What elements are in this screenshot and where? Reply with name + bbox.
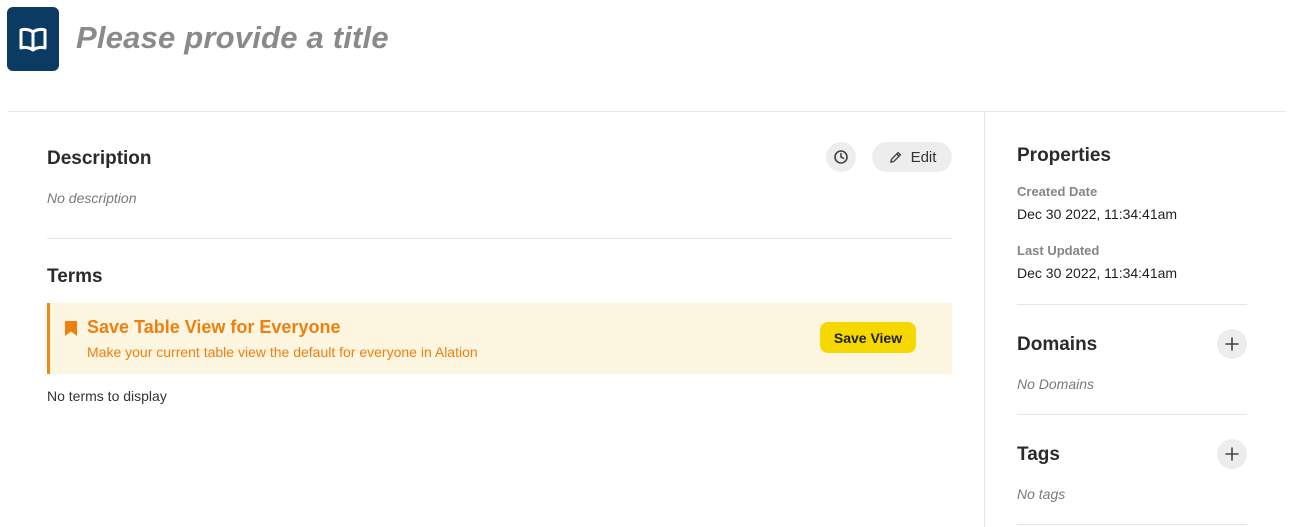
banner-title: Save Table View for Everyone <box>87 317 341 337</box>
plus-icon <box>1225 337 1239 351</box>
bookmark-icon <box>64 320 78 342</box>
add-tag-button[interactable] <box>1217 439 1247 469</box>
last-updated-label: Last Updated <box>1017 243 1100 258</box>
tags-heading: Tags <box>1017 444 1060 465</box>
page-header: Please provide a title <box>0 0 1289 112</box>
open-book-icon <box>7 7 59 71</box>
properties-sidebar: Properties Created Date Dec 30 2022, 11:… <box>985 112 1289 527</box>
save-view-banner: Save Table View for Everyone Make your c… <box>47 303 952 374</box>
main-content: Description Edit No description Terms Sa… <box>0 112 985 527</box>
terms-heading: Terms <box>47 266 103 287</box>
pencil-icon <box>889 151 901 163</box>
save-view-button[interactable]: Save View <box>820 322 916 353</box>
description-empty-text: No description <box>47 190 137 206</box>
banner-subtitle: Make your current table view the default… <box>87 344 478 360</box>
domains-divider <box>1017 414 1247 415</box>
created-date-label: Created Date <box>1017 184 1098 199</box>
add-domain-button[interactable] <box>1217 329 1247 359</box>
page-title[interactable]: Please provide a title <box>76 20 389 56</box>
clock-icon <box>834 150 848 164</box>
tags-empty-text: No tags <box>1017 486 1066 502</box>
domains-heading: Domains <box>1017 334 1098 355</box>
tags-divider <box>1017 524 1247 525</box>
properties-divider <box>1017 304 1247 305</box>
last-updated-value: Dec 30 2022, 11:34:41am <box>1017 265 1178 281</box>
section-divider <box>47 238 952 239</box>
properties-heading: Properties <box>1017 145 1111 166</box>
description-heading: Description <box>47 148 152 169</box>
plus-icon <box>1225 447 1239 461</box>
created-date-value: Dec 30 2022, 11:34:41am <box>1017 206 1178 222</box>
edit-description-button[interactable]: Edit <box>872 142 952 172</box>
terms-empty-text: No terms to display <box>47 388 167 404</box>
history-button[interactable] <box>826 142 856 172</box>
domains-empty-text: No Domains <box>1017 376 1095 392</box>
edit-button-label: Edit <box>910 148 937 166</box>
